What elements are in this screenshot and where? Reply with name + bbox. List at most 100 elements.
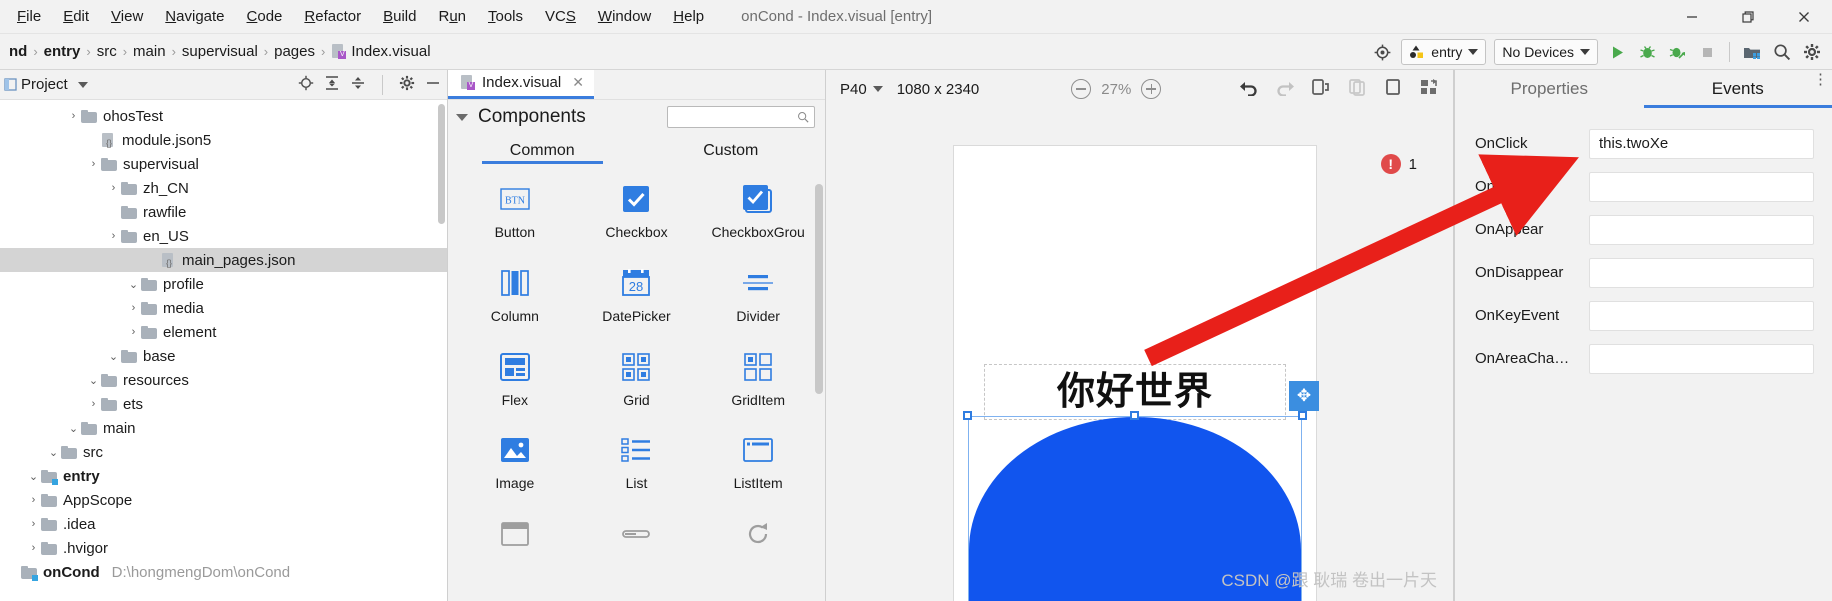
chevron-down-icon[interactable] xyxy=(77,81,88,88)
breadcrumb-item-1[interactable]: entry xyxy=(39,43,86,60)
tree-scrollbar[interactable] xyxy=(438,104,446,597)
tab-common[interactable]: Common xyxy=(448,134,637,168)
component-item[interactable] xyxy=(697,517,819,599)
chevron-right-icon[interactable]: › xyxy=(26,494,41,506)
device-manager-icon[interactable] xyxy=(1738,38,1766,66)
tree-row[interactable]: › element xyxy=(0,320,447,344)
chevron-right-icon[interactable]: › xyxy=(26,542,41,554)
chevron-right-icon[interactable]: › xyxy=(86,398,101,410)
tab-index-visual[interactable]: V Index.visual ✕ xyxy=(448,69,594,99)
tree-row[interactable]: onCond D:\hongmengDom\onCond xyxy=(0,560,447,584)
component-item[interactable]: Flex xyxy=(454,350,576,432)
chevron-down-icon[interactable]: ⌄ xyxy=(86,374,101,387)
menu-view[interactable]: View xyxy=(100,5,154,28)
components-search-input[interactable] xyxy=(667,106,815,128)
project-tree[interactable]: › ohosTest{} module.json5 › supervisual › zh_C… xyxy=(0,100,447,601)
menu-tools[interactable]: Tools xyxy=(477,5,534,28)
chevron-down-icon[interactable]: ⌄ xyxy=(106,350,121,363)
component-item[interactable]: Checkbox xyxy=(576,182,698,264)
tree-row[interactable]: › zh_CN xyxy=(0,176,447,200)
hide-panel-icon[interactable] xyxy=(425,75,441,94)
event-input[interactable] xyxy=(1589,171,1814,202)
device-model-selector[interactable]: P40 xyxy=(840,81,883,98)
device-preview-frame[interactable]: 你好世界 跳转界面 ✥ xyxy=(954,146,1319,601)
tree-row[interactable]: › supervisual xyxy=(0,152,447,176)
chevron-right-icon[interactable]: › xyxy=(126,326,141,338)
chevron-down-icon[interactable]: ⌄ xyxy=(26,470,41,483)
tree-row[interactable]: › AppScope xyxy=(0,488,447,512)
chevron-right-icon[interactable]: › xyxy=(106,182,121,194)
breadcrumb-item-4[interactable]: supervisual xyxy=(177,43,263,60)
target-icon[interactable] xyxy=(1368,38,1396,66)
tree-row[interactable]: › .idea xyxy=(0,512,447,536)
expand-all-icon[interactable] xyxy=(324,75,340,94)
menu-navigate[interactable]: Navigate xyxy=(154,5,235,28)
error-badge[interactable]: ! 1 xyxy=(1380,154,1417,174)
tree-scroll-thumb[interactable] xyxy=(438,104,445,224)
tree-row[interactable]: ⌄ main xyxy=(0,416,447,440)
component-item[interactable]: Image xyxy=(454,433,576,515)
tab-events[interactable]: Events xyxy=(1643,70,1832,108)
more-options-icon[interactable]: ⋮ xyxy=(1813,72,1828,87)
event-input[interactable] xyxy=(1589,257,1814,288)
tree-row[interactable]: {} main_pages.json xyxy=(0,248,447,272)
design-canvas[interactable]: ! 1 你好世界 跳转界面 xyxy=(826,108,1453,601)
close-button[interactable] xyxy=(1776,0,1832,34)
chevron-right-icon[interactable]: › xyxy=(106,230,121,242)
tree-row[interactable]: {} module.json5 xyxy=(0,128,447,152)
menu-run[interactable]: Run xyxy=(427,5,477,28)
chevron-right-icon[interactable]: › xyxy=(66,110,81,122)
menu-help[interactable]: Help xyxy=(662,5,715,28)
components-scroll-thumb[interactable] xyxy=(815,184,823,394)
tree-row[interactable]: › en_US xyxy=(0,224,447,248)
component-item[interactable]: BTN Button xyxy=(454,182,576,264)
tab-properties[interactable]: Properties xyxy=(1455,70,1644,108)
chevron-down-icon[interactable] xyxy=(456,113,468,121)
breadcrumb-item-3[interactable]: main xyxy=(128,43,171,60)
settings-gear-icon[interactable] xyxy=(399,75,415,94)
zoom-out-icon[interactable] xyxy=(1071,79,1092,99)
menu-vcs[interactable]: VCS xyxy=(534,5,587,28)
component-tree-icon[interactable] xyxy=(1419,78,1439,100)
resize-handle-ne[interactable] xyxy=(1298,411,1307,420)
component-item[interactable]: CheckboxGrou xyxy=(697,182,819,264)
component-item[interactable]: Grid xyxy=(576,350,698,432)
tree-row[interactable]: › ets xyxy=(0,392,447,416)
component-item[interactable]: ListItem xyxy=(697,433,819,515)
menu-code[interactable]: Code xyxy=(236,5,294,28)
component-item[interactable]: Divider xyxy=(697,266,819,348)
menu-edit[interactable]: Edit xyxy=(52,5,100,28)
component-item[interactable]: GridItem xyxy=(697,350,819,432)
close-icon[interactable]: ✕ xyxy=(572,74,584,91)
device-preview-icon[interactable] xyxy=(1311,78,1331,100)
breadcrumb-item-2[interactable]: src xyxy=(92,43,122,60)
chevron-down-icon[interactable]: ⌄ xyxy=(126,278,141,291)
settings-gear-icon[interactable] xyxy=(1798,38,1826,66)
component-item[interactable] xyxy=(454,517,576,599)
tree-row[interactable]: › ohosTest xyxy=(0,104,447,128)
attach-debugger-button[interactable] xyxy=(1663,38,1691,66)
restore-button[interactable] xyxy=(1720,0,1776,34)
locate-icon[interactable] xyxy=(298,75,314,94)
search-everywhere-icon[interactable] xyxy=(1768,38,1796,66)
tab-custom[interactable]: Custom xyxy=(637,134,826,168)
tree-row[interactable]: ⌄ base xyxy=(0,344,447,368)
breadcrumb-item-5[interactable]: pages xyxy=(269,43,320,60)
tree-row[interactable]: › media xyxy=(0,296,447,320)
tree-row[interactable]: ⌄ src xyxy=(0,440,447,464)
tree-row[interactable]: ⌄ profile xyxy=(0,272,447,296)
component-item[interactable]: List xyxy=(576,433,698,515)
component-item[interactable]: 28 DatePicker xyxy=(576,266,698,348)
tree-row[interactable]: rawfile xyxy=(0,200,447,224)
menu-refactor[interactable]: Refactor xyxy=(293,5,372,28)
chevron-down-icon[interactable]: ⌄ xyxy=(66,422,81,435)
chevron-right-icon[interactable]: › xyxy=(86,158,101,170)
chevron-right-icon[interactable]: › xyxy=(126,302,141,314)
event-input[interactable] xyxy=(1589,214,1814,245)
event-input[interactable] xyxy=(1589,343,1814,374)
run-button[interactable] xyxy=(1603,38,1631,66)
undo-icon[interactable] xyxy=(1239,78,1259,100)
stop-button[interactable] xyxy=(1693,38,1721,66)
tree-row[interactable]: ⌄ resources xyxy=(0,368,447,392)
tree-row[interactable]: ⌄ entry xyxy=(0,464,447,488)
